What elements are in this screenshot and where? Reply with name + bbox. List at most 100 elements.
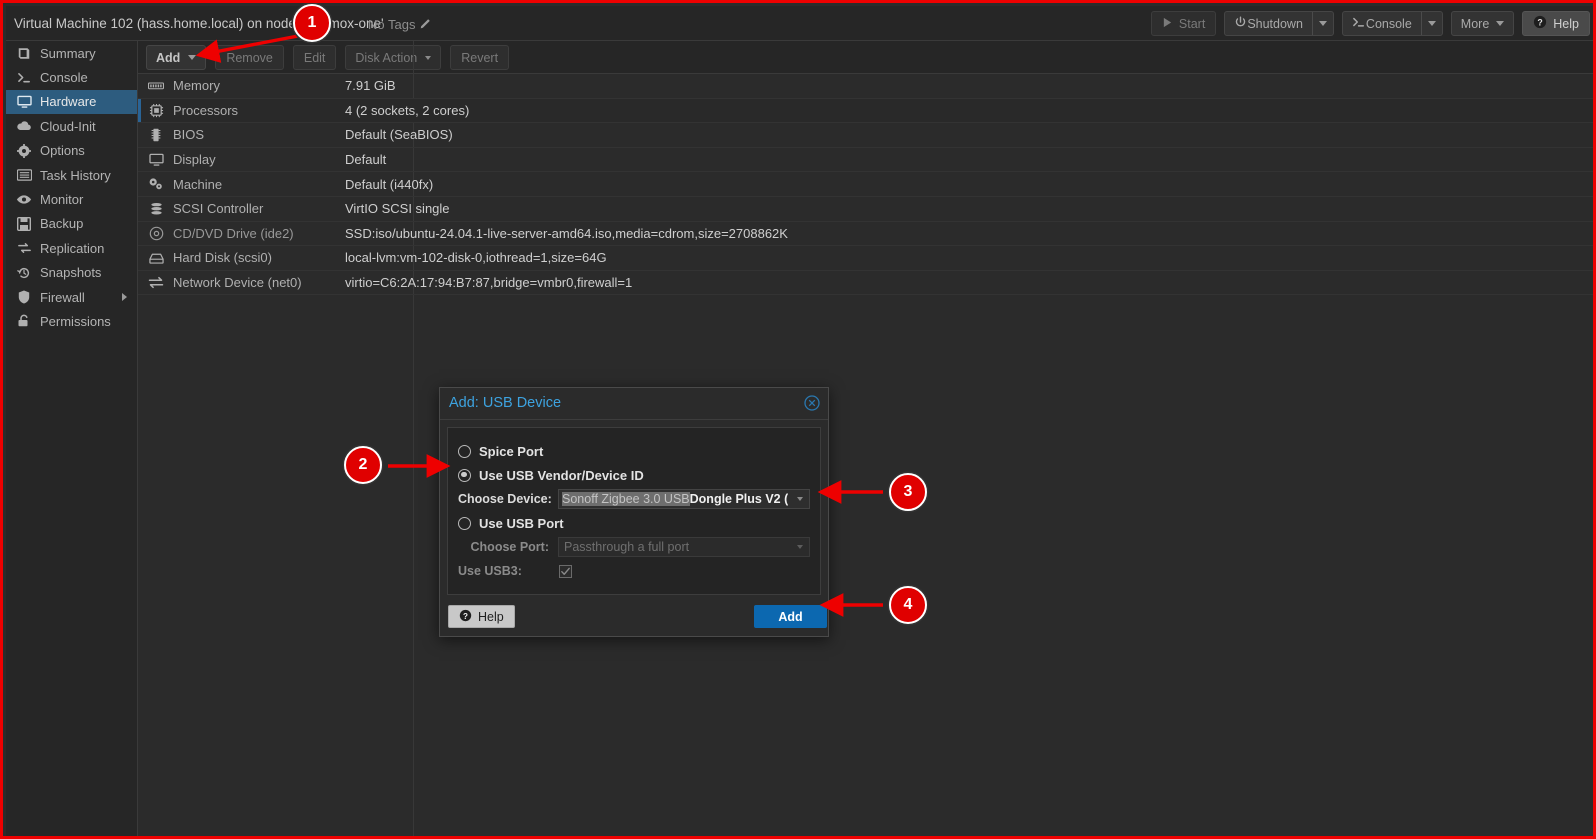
sidebar-item-replication[interactable]: Replication	[6, 236, 137, 260]
sidebar-item-console[interactable]: Console	[6, 65, 137, 89]
table-row[interactable]: BIOS Default (SeaBIOS)	[138, 123, 1593, 148]
choose-device-select[interactable]: Sonoff Zigbee 3.0 USBDongle Plus V2 (	[558, 489, 810, 509]
content-area: Add Remove Edit Disk Action Revert Memor…	[138, 41, 1593, 836]
gears-icon	[148, 177, 164, 191]
choose-port-select[interactable]: Passthrough a full port	[558, 537, 810, 557]
power-icon	[1234, 16, 1247, 32]
sidebar-item-permissions[interactable]: Permissions	[6, 309, 137, 333]
shield-icon	[16, 290, 32, 304]
annotation-marker-number: 4	[903, 596, 913, 613]
spice-port-option-row[interactable]: Spice Port	[458, 439, 810, 463]
row-key-label: SCSI Controller	[173, 201, 264, 217]
hardware-toolbar: Add Remove Edit Disk Action Revert	[138, 41, 1593, 74]
vendor-id-option-row[interactable]: Use USB Vendor/Device ID	[458, 463, 810, 487]
row-key-cell: BIOS	[138, 127, 343, 142]
terminal-icon	[1352, 16, 1366, 31]
sidebar-item-label: Permissions	[40, 313, 111, 329]
usb-port-radio[interactable]	[458, 516, 471, 530]
chevron-down-icon[interactable]	[797, 538, 803, 556]
svg-text:?: ?	[463, 611, 468, 620]
table-row[interactable]: CD/DVD Drive (ide2) SSD:iso/ubuntu-24.04…	[138, 222, 1593, 247]
use-usb3-row: Use USB3:	[458, 559, 810, 583]
disk-action-button-label: Disk Action	[355, 50, 418, 65]
sidebar-item-monitor[interactable]: Monitor	[6, 187, 137, 211]
add-button-main[interactable]: Add	[147, 46, 205, 69]
cloud-icon	[16, 119, 32, 133]
console-button-main[interactable]: Console	[1343, 12, 1421, 35]
table-row[interactable]: Network Device (net0) virtio=C6:2A:17:94…	[138, 271, 1593, 296]
dialog-help-button[interactable]: ? Help	[448, 605, 515, 628]
row-key-label: CD/DVD Drive (ide2)	[173, 225, 294, 241]
edit-pencil-icon[interactable]	[418, 18, 431, 34]
remove-button[interactable]: Remove	[215, 45, 284, 70]
close-icon[interactable]	[804, 395, 820, 411]
table-row[interactable]: Machine Default (i440fx)	[138, 172, 1593, 197]
question-icon: ?	[459, 609, 472, 625]
vendor-id-radio[interactable]	[458, 468, 471, 482]
disk-action-button-main[interactable]: Disk Action	[346, 46, 440, 69]
sidebar-item-snapshots[interactable]: Snapshots	[6, 261, 137, 285]
more-button-main[interactable]: More	[1452, 12, 1513, 35]
add-button[interactable]: Add	[146, 45, 207, 70]
dialog-footer: ? Help Add	[440, 602, 828, 636]
chevron-right-icon	[122, 293, 127, 302]
header-toolbar: Start Shutdown Console More ? Help	[1150, 11, 1590, 36]
start-button-label: Start	[1178, 16, 1206, 31]
row-value: 7.91 GiB	[345, 78, 396, 94]
row-key-cell: Memory	[138, 78, 343, 93]
disk-action-button[interactable]: Disk Action	[345, 45, 442, 70]
more-button-label: More	[1460, 16, 1490, 31]
row-key-cell: Hard Disk (scsi0)	[138, 250, 343, 265]
start-button[interactable]: Start	[1150, 11, 1217, 36]
use-usb3-checkbox[interactable]	[559, 564, 572, 578]
annotation-marker-2: 2	[344, 446, 382, 484]
shutdown-dropdown-arrow[interactable]	[1311, 12, 1333, 35]
table-row[interactable]: Display Default	[138, 148, 1593, 173]
help-button-label: Help	[1553, 16, 1579, 31]
cpu-icon	[148, 103, 164, 117]
chevron-down-icon	[425, 55, 432, 60]
table-row[interactable]: Memory 7.91 GiB	[138, 74, 1593, 99]
table-row[interactable]: Hard Disk (scsi0) local-lvm:vm-102-disk-…	[138, 246, 1593, 271]
sidebar-item-firewall[interactable]: Firewall	[6, 285, 137, 309]
console-dropdown-arrow[interactable]	[1420, 12, 1442, 35]
row-key-cell: Network Device (net0)	[138, 275, 343, 290]
sidebar-item-options[interactable]: Options	[6, 139, 137, 163]
choose-port-row: Choose Port: Passthrough a full port	[458, 535, 810, 559]
spice-port-radio[interactable]	[458, 444, 471, 458]
sidebar-item-label: Summary	[40, 45, 96, 61]
revert-button[interactable]: Revert	[450, 45, 510, 70]
row-key-cell: Processors	[138, 103, 343, 118]
sidebar-item-label: Snapshots	[40, 265, 102, 281]
sidebar-item-hardware[interactable]: Hardware	[6, 89, 137, 115]
console-button-label: Console	[1365, 16, 1412, 31]
usb-port-option-row[interactable]: Use USB Port	[458, 511, 810, 535]
monitor-icon	[148, 153, 164, 167]
shutdown-button-main[interactable]: Shutdown	[1225, 12, 1312, 35]
edit-button[interactable]: Edit	[292, 45, 337, 70]
edit-button-label: Edit	[303, 50, 326, 65]
sidebar-item-cloud-init[interactable]: Cloud-Init	[6, 114, 137, 138]
row-value: Default (i440fx)	[345, 176, 434, 192]
tags-area[interactable]: No Tags	[368, 17, 431, 34]
remove-button-label: Remove	[226, 50, 273, 65]
history-icon	[16, 266, 32, 280]
row-key-cell: Display	[138, 152, 343, 167]
use-usb3-label: Use USB3:	[458, 564, 522, 578]
shutdown-button[interactable]: Shutdown	[1224, 11, 1334, 36]
choose-device-rest-text: Dongle Plus V2 (	[689, 492, 789, 506]
sidebar-item-label: Cloud-Init	[40, 118, 96, 134]
dialog-add-button[interactable]: Add	[754, 605, 827, 628]
sidebar-item-summary[interactable]: Summary	[6, 41, 137, 65]
sidebar-item-label: Hardware	[40, 94, 97, 110]
console-button[interactable]: Console	[1341, 11, 1443, 36]
sidebar-item-task-history[interactable]: Task History	[6, 163, 137, 187]
chevron-down-icon[interactable]	[797, 490, 803, 508]
table-row[interactable]: SCSI Controller VirtIO SCSI single	[138, 197, 1593, 222]
sidebar-item-label: Monitor	[40, 192, 84, 208]
help-button[interactable]: ? Help	[1522, 11, 1590, 36]
table-row[interactable]: Processors 4 (2 sockets, 2 cores)	[138, 98, 1593, 124]
sidebar-item-backup[interactable]: Backup	[6, 212, 137, 236]
more-button[interactable]: More	[1450, 11, 1515, 36]
sidebar-item-label: Console	[40, 70, 88, 86]
